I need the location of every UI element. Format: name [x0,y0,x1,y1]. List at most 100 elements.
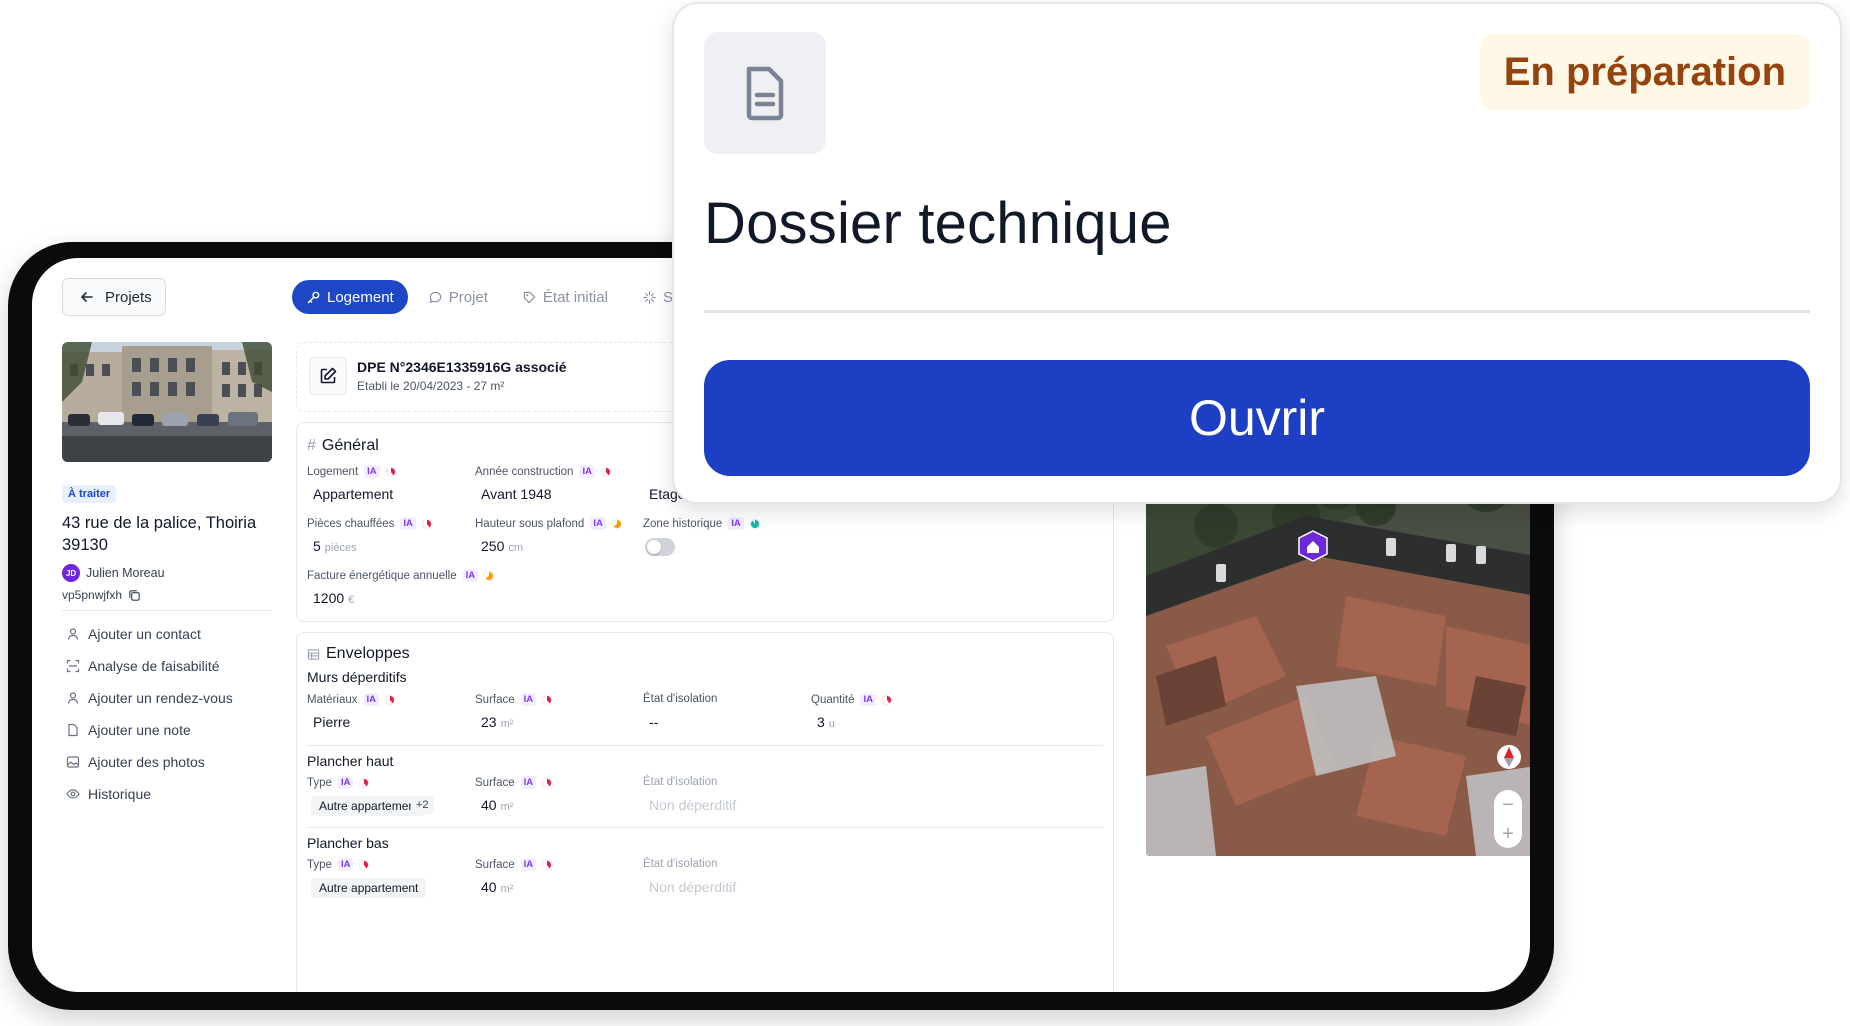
row-divider [307,827,1103,828]
plancher-haut-isolation-label: État d'isolation [643,776,717,788]
tab-logement[interactable]: Logement [292,280,408,314]
ia-badge: IA [363,693,379,706]
back-button-label: Projets [105,288,152,306]
label-text: État d'isolation [643,776,718,788]
plancher-bas-type-chip[interactable]: Autre appartement [311,878,427,898]
owner-row[interactable]: JD Julien Moreau [62,564,165,582]
label-text: Surface [475,776,515,789]
unit-text: m² [500,718,514,730]
ia-badge: IA [860,693,876,706]
row-divider [307,745,1103,746]
user-icon [67,628,79,640]
satellite-map[interactable]: − + [1146,446,1530,856]
dpe-card[interactable]: DPE N°2346E1335916G associé Etabli le 20… [296,342,696,412]
plancher-bas-isolation-value[interactable]: Non déperditif [649,879,736,895]
ia-badge: IA [520,776,537,789]
label-text: État d'isolation [643,693,718,705]
unit-text: m² [500,801,514,813]
aerial-image [1146,446,1530,856]
label-text: Type [307,776,332,789]
hauteur-plafond-label: Hauteur sous plafond IA [475,517,622,530]
zone-historique-toggle[interactable] [645,538,675,556]
image-icon [66,756,80,768]
facture-energetique-value[interactable]: 1200 € [313,590,354,606]
tab-etat-initial[interactable]: État initial [508,280,622,314]
plancher-bas-type-label: Type IA [307,858,370,871]
zone-historique-label: Zone historique IA [643,517,760,530]
materiaux-value[interactable]: Pierre [313,714,350,730]
plancher-bas-title: Plancher bas [307,835,389,851]
add-appointment-action[interactable]: Ajouter un rendez-vous [66,682,233,714]
confidence-indicator-icon [484,570,495,581]
document-icon [704,32,826,154]
owner-name: Julien Moreau [86,566,165,580]
edit-icon[interactable] [309,357,347,395]
add-contact-action[interactable]: Ajouter un contact [66,618,233,650]
tag-icon [523,291,536,303]
scan-icon [66,659,80,673]
unit-text: u [828,718,835,730]
general-title: # Général [307,437,379,455]
dpe-subtitle: Etabli le 20/04/2023 - 27 m² [357,379,505,393]
pieces-chauffees-value[interactable]: 5 pièces [313,538,357,554]
hauteur-plafond-value[interactable]: 250 cm [481,538,523,554]
chat-icon [429,291,441,303]
quantite-value[interactable]: 3u [817,714,835,730]
materiaux-label: Matériaux IA [307,693,395,706]
value-text: 23 [481,714,497,730]
label-text: Matériaux [307,693,358,706]
copy-icon[interactable] [128,589,141,602]
label-text: État d'isolation [643,858,718,870]
tab-projet[interactable]: Projet [414,280,502,314]
value-text: 40 [481,879,497,895]
unit-text: pièces [324,542,357,554]
avatar: JD [62,564,80,582]
arrow-left-icon [81,292,93,302]
key-icon [307,291,320,303]
sidebar-divider [62,610,272,611]
plancher-haut-surface-value[interactable]: 40 m² [481,797,513,813]
feasibility-analysis-action[interactable]: Analyse de faisabilité [66,650,233,682]
tab-label: Projet [448,288,488,306]
action-label: Analyse de faisabilité [88,658,220,674]
compass-icon[interactable] [1496,744,1522,770]
annee-construction-value[interactable]: Avant 1948 [481,486,552,502]
label-text: Année construction [475,465,574,478]
card-title: Dossier technique [704,191,1172,256]
murs-deperditifs-title: Murs déperditifs [307,669,407,685]
confidence-indicator-icon [359,859,370,870]
ia-badge: IA [728,517,744,530]
add-note-action[interactable]: Ajouter une note [66,714,233,746]
zoom-out-button[interactable]: − [1502,795,1514,815]
tab-label: Logement [327,288,394,306]
back-to-projects-button[interactable]: Projets [62,278,166,316]
section-title-text: Enveloppes [326,645,410,662]
label-text: Facture énergétique annuelle [307,569,457,582]
plancher-bas-surface-value[interactable]: 40 m² [481,879,513,895]
murs-surface-value[interactable]: 23 m² [481,714,513,730]
more-types-badge[interactable]: +2 [411,796,434,814]
ia-badge: IA [400,517,416,530]
history-action[interactable]: Historique [66,778,233,810]
murs-isolation-label: État d'isolation [643,693,717,705]
plancher-bas-surface-label: Surface IA [475,858,553,871]
value-text: 40 [481,797,497,813]
action-label: Ajouter des photos [88,754,205,770]
value-text: 5 [313,538,321,554]
unit-text: m² [500,883,514,895]
murs-isolation-value[interactable]: -- [649,714,658,730]
logement-value[interactable]: Appartement [313,486,393,502]
plancher-haut-type-label: Type IA [307,776,370,789]
add-photos-action[interactable]: Ajouter des photos [66,746,233,778]
zoom-in-button[interactable]: + [1502,824,1514,844]
label-text: Type [307,858,332,871]
enveloppes-title: Enveloppes [307,645,410,663]
plancher-haut-type-chip[interactable]: Autre appartement [311,796,427,816]
quantite-label: Quantité IA [811,693,892,706]
property-photo[interactable] [62,342,272,462]
plancher-bas-isolation-label: État d'isolation [643,858,717,870]
plancher-haut-isolation-value[interactable]: Non déperditif [649,797,736,813]
open-button[interactable]: Ouvrir [704,360,1810,476]
murs-surface-label: Surface IA [475,693,553,706]
facture-energetique-label: Facture énergétique annuelle IA [307,569,495,582]
